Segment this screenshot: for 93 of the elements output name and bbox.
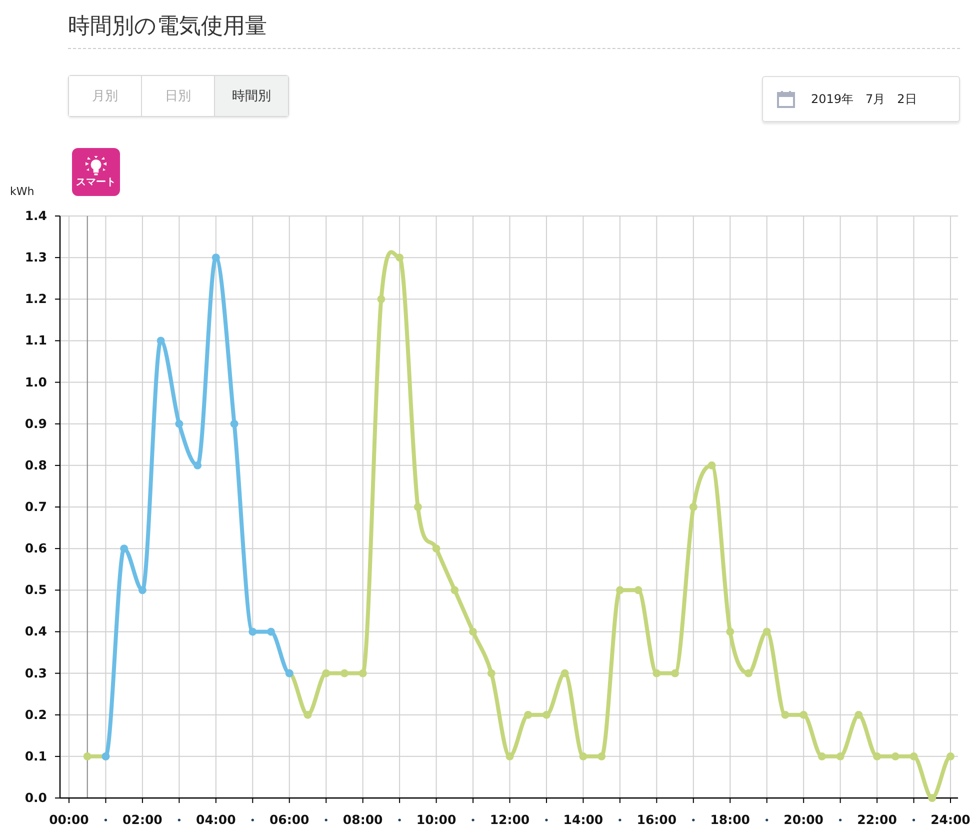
- data-point: [469, 628, 478, 636]
- y-tick-label: 0.7: [24, 499, 47, 514]
- y-tick-label: 1.0: [24, 374, 47, 390]
- data-point: [891, 752, 900, 760]
- y-tick-label: 0.0: [24, 790, 47, 805]
- hour-dot: [472, 818, 474, 822]
- hour-dot: [104, 818, 108, 822]
- y-tick-label: 0.3: [24, 665, 47, 680]
- data-point: [138, 586, 146, 594]
- hour-dot: [692, 818, 695, 822]
- hour-dot: [324, 818, 328, 822]
- data-point: [946, 752, 954, 760]
- data-point: [744, 669, 752, 678]
- x-tick-label: 20:00: [784, 812, 824, 827]
- data-point: [598, 752, 606, 760]
- x-tick-label: 00:00: [49, 812, 89, 827]
- hour-dot: [251, 818, 254, 822]
- y-tick-label: 1.3: [24, 250, 47, 265]
- y-tick-label: 0.6: [24, 540, 47, 556]
- x-tick-label: 08:00: [342, 812, 383, 827]
- data-point: [542, 710, 550, 719]
- data-point: [836, 752, 844, 760]
- data-point: [414, 503, 422, 511]
- y-tick-label: 0.8: [24, 457, 47, 472]
- data-point: [487, 669, 496, 678]
- data-point: [634, 586, 642, 594]
- y-tick-label: 0.4: [24, 624, 47, 639]
- data-point: [781, 710, 790, 719]
- data-point: [652, 669, 661, 678]
- y-tick-label: 1.2: [24, 291, 47, 306]
- x-tick-label: 24:00: [930, 812, 970, 827]
- x-tick-label: 10:00: [416, 812, 456, 827]
- y-tick-label: 1.4: [24, 208, 47, 223]
- x-tick-label: 12:00: [490, 812, 530, 827]
- hour-dot: [839, 818, 842, 822]
- data-point: [432, 544, 440, 553]
- data-point: [340, 669, 348, 678]
- data-point: [230, 420, 238, 428]
- hour-dot: [912, 818, 916, 822]
- period-tab[interactable]: 時間別: [215, 76, 288, 116]
- hour-dot: [766, 818, 768, 822]
- data-point: [579, 752, 588, 760]
- smart-plan-badge: スマート: [72, 148, 120, 196]
- data-point: [83, 752, 92, 760]
- hour-dot: [178, 818, 180, 822]
- x-tick-label: 18:00: [710, 812, 750, 827]
- y-tick-label: 0.9: [24, 416, 47, 431]
- data-point: [267, 628, 275, 636]
- data-point: [928, 794, 936, 802]
- x-tick-label: 06:00: [269, 812, 310, 827]
- y-axis-unit: kWh: [9, 185, 36, 198]
- data-point: [818, 752, 826, 760]
- data-point: [248, 628, 257, 636]
- data-point: [762, 628, 771, 636]
- page-title: 時間別の電気使用量: [68, 10, 960, 49]
- y-tick-label: 1.1: [24, 332, 47, 348]
- hour-dot: [545, 818, 548, 822]
- data-point: [396, 254, 404, 262]
- data-point: [120, 544, 128, 553]
- hour-dot: [618, 818, 622, 822]
- data-point: [156, 336, 165, 345]
- data-point: [800, 710, 808, 719]
- data-point: [358, 669, 367, 678]
- x-tick-label: 16:00: [636, 812, 677, 827]
- data-point: [560, 669, 569, 678]
- date-value: 2019年 7月 2日: [811, 90, 917, 108]
- x-tick-label: 14:00: [563, 812, 604, 827]
- x-tick-label: 04:00: [196, 812, 236, 827]
- data-point: [194, 461, 202, 470]
- calendar-icon: [777, 90, 795, 108]
- data-point: [873, 752, 882, 760]
- data-point: [616, 586, 624, 594]
- data-point: [322, 669, 330, 678]
- data-point: [689, 503, 698, 511]
- y-tick-label: 0.5: [24, 582, 47, 598]
- data-point: [726, 628, 734, 636]
- data-point: [175, 420, 184, 428]
- x-tick-label: 22:00: [857, 812, 897, 827]
- data-point: [854, 710, 863, 719]
- y-tick-label: 0.1: [24, 748, 47, 764]
- data-point: [450, 586, 459, 594]
- hour-dot: [398, 818, 401, 822]
- data-point: [304, 710, 312, 719]
- date-picker[interactable]: 2019年 7月 2日: [762, 76, 960, 122]
- data-point: [524, 710, 532, 719]
- x-tick-label: 02:00: [122, 812, 162, 827]
- data-point: [506, 752, 514, 760]
- data-point: [671, 669, 680, 678]
- data-point: [212, 254, 220, 262]
- y-tick-label: 0.2: [24, 706, 47, 722]
- data-point: [708, 461, 716, 470]
- data-point: [377, 295, 386, 304]
- data-point: [910, 752, 918, 760]
